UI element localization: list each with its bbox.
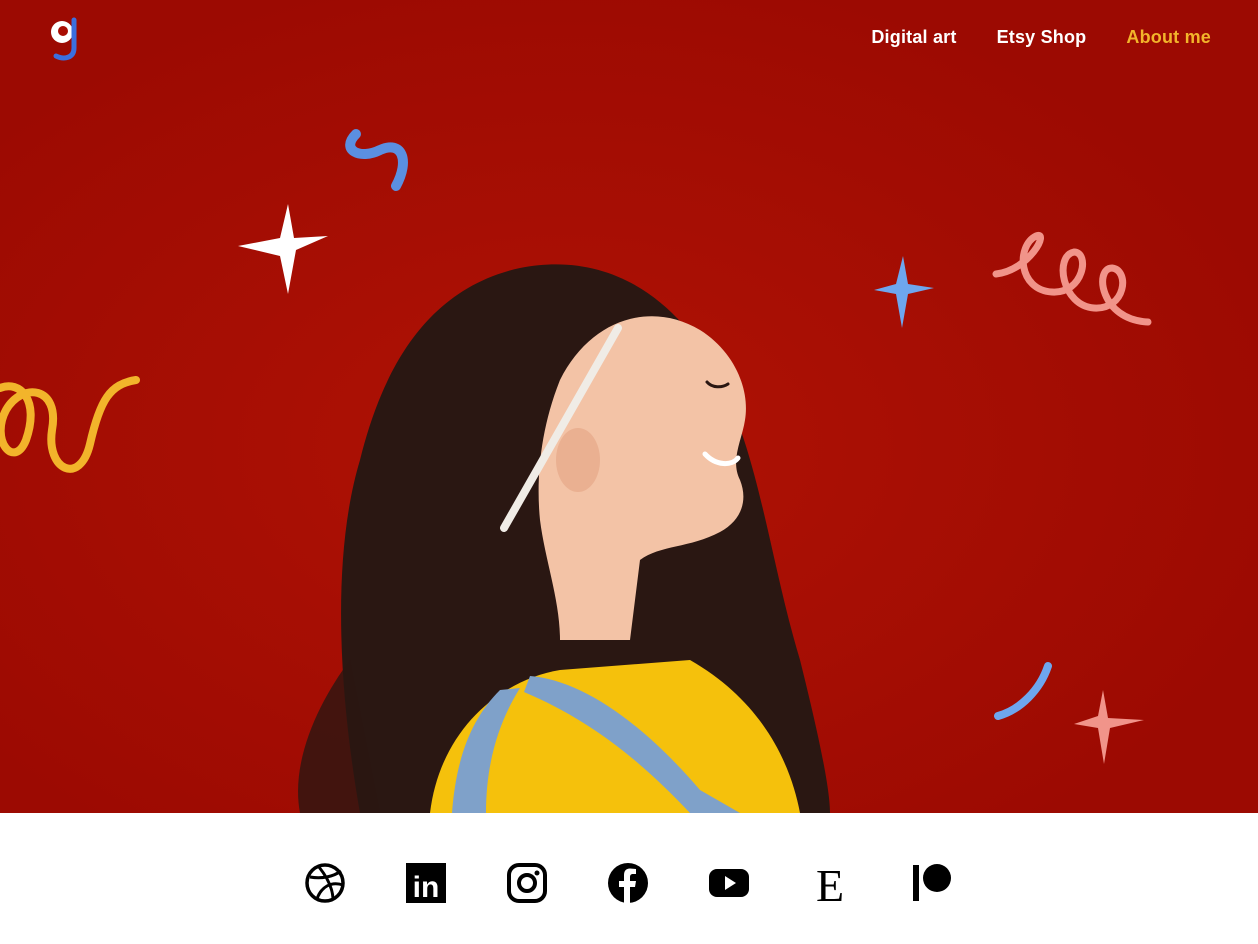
hero-image bbox=[0, 0, 1258, 813]
youtube-link[interactable] bbox=[707, 859, 751, 907]
patreon-icon bbox=[913, 864, 951, 901]
linkedin-icon: in bbox=[406, 863, 446, 904]
nav-about-me[interactable]: About me bbox=[1126, 27, 1211, 48]
nav-etsy-shop[interactable]: Etsy Shop bbox=[997, 27, 1087, 48]
dribbble-icon bbox=[305, 863, 345, 903]
facebook-icon bbox=[608, 863, 648, 903]
svg-text:in: in bbox=[413, 871, 440, 904]
instagram-link[interactable] bbox=[505, 859, 549, 907]
facebook-link[interactable] bbox=[606, 859, 650, 907]
g-monogram-logo-icon bbox=[51, 17, 77, 61]
etsy-icon: E bbox=[816, 860, 844, 907]
logo-link[interactable] bbox=[44, 12, 84, 64]
social-links: in E bbox=[303, 859, 953, 907]
linkedin-link[interactable]: in bbox=[404, 859, 448, 907]
dribbble-link[interactable] bbox=[303, 859, 347, 907]
etsy-link[interactable]: E bbox=[808, 859, 852, 907]
svg-text:E: E bbox=[816, 860, 844, 907]
hero-section: Digital art Etsy Shop About me bbox=[0, 0, 1258, 813]
main-nav: Digital art Etsy Shop About me bbox=[871, 27, 1211, 48]
patreon-link[interactable] bbox=[909, 859, 953, 907]
nav-digital-art[interactable]: Digital art bbox=[871, 27, 956, 48]
instagram-icon bbox=[507, 863, 547, 903]
youtube-icon bbox=[709, 869, 749, 897]
